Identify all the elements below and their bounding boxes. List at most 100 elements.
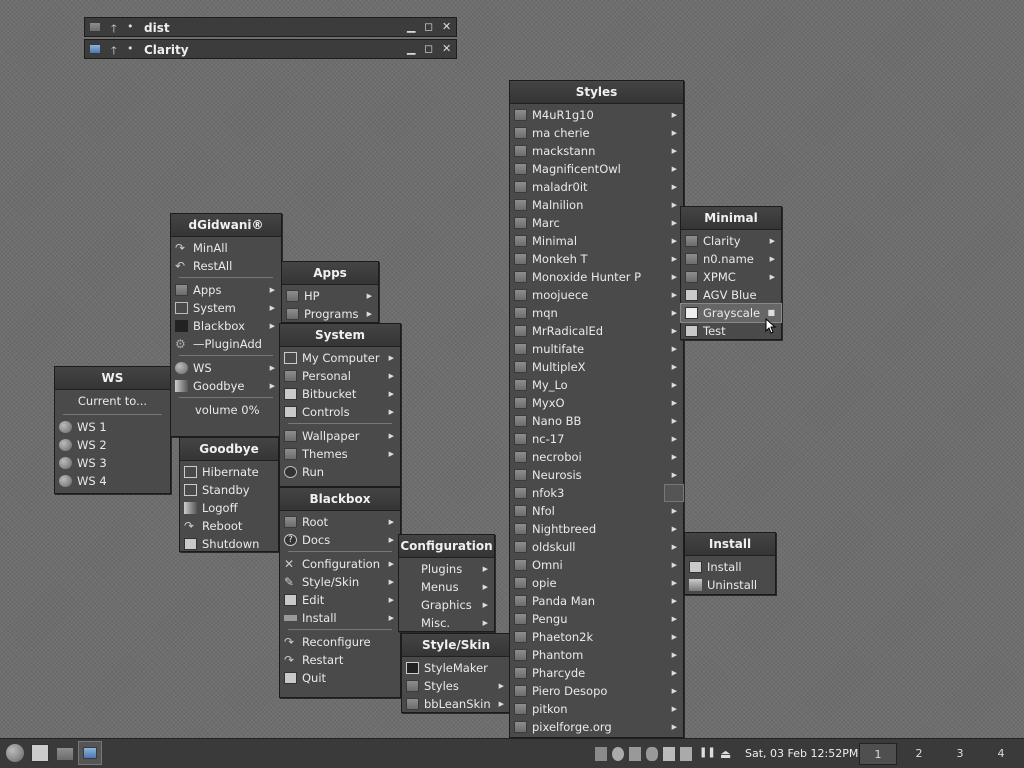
style-folder-item[interactable]: Nano BB ▶: [510, 412, 683, 430]
window-clarity[interactable]: 🡑 • Clarity ▁ ◻ ✕: [84, 39, 457, 59]
ws-2-item[interactable]: WS 2: [55, 436, 170, 454]
goodbye-item[interactable]: Goodbye ▶: [171, 377, 281, 395]
themes-item[interactable]: Themes ▶: [280, 445, 400, 463]
chat-icon[interactable]: [646, 747, 658, 761]
reboot-item[interactable]: ↷ Reboot: [180, 517, 278, 535]
style-folder-item[interactable]: pixelforge.org ▶: [510, 718, 683, 736]
ws-1-item[interactable]: WS 1: [55, 418, 170, 436]
style-folder-item[interactable]: necroboi ▶: [510, 448, 683, 466]
my-computer-item[interactable]: My Computer ▶: [280, 349, 400, 367]
style-folder-item[interactable]: Monkeh T ▶: [510, 250, 683, 268]
style-folder-item[interactable]: pitkon ▶: [510, 700, 683, 718]
plugins-item[interactable]: Plugins ▶: [399, 560, 494, 578]
restall-item[interactable]: ↶ RestAll: [171, 257, 281, 275]
style-folder-item[interactable]: Minimal ▶: [510, 232, 683, 250]
pin-icon[interactable]: •: [127, 20, 134, 33]
style-folder-item[interactable]: MrRadicalEd ▶: [510, 322, 683, 340]
style-folder-item[interactable]: ma cherie ▶: [510, 124, 683, 142]
install-sub-item[interactable]: Install: [685, 558, 775, 576]
current-to-item[interactable]: Current to...: [55, 390, 170, 412]
style-folder-item[interactable]: Piero Desopo ▶: [510, 682, 683, 700]
cloud-icon[interactable]: [663, 747, 675, 761]
eject-icon[interactable]: ⏏: [720, 747, 732, 761]
scroll-indicator[interactable]: [664, 484, 684, 502]
wallpaper-item[interactable]: Wallpaper ▶: [280, 427, 400, 445]
style-folder-item[interactable]: maladr0it ▶: [510, 178, 683, 196]
active-task-folder-icon[interactable]: [78, 741, 102, 765]
style-folder-item[interactable]: oldskull ▶: [510, 538, 683, 556]
controls-item[interactable]: Controls ▶: [280, 403, 400, 421]
hibernate-item[interactable]: Hibernate: [180, 463, 278, 481]
clarity-item[interactable]: Clarity ▶: [681, 232, 781, 250]
style-folder-item[interactable]: MagnificentOwl ▶: [510, 160, 683, 178]
minall-item[interactable]: ↷ MinAll: [171, 239, 281, 257]
run-item[interactable]: Run: [280, 463, 400, 481]
apps-item[interactable]: Apps ▶: [171, 281, 281, 299]
graphics-item[interactable]: Graphics ▶: [399, 596, 494, 614]
styles-item[interactable]: Styles ▶: [402, 677, 510, 695]
style-folder-item[interactable]: Omni ▶: [510, 556, 683, 574]
style-folder-item[interactable]: mqn ▶: [510, 304, 683, 322]
bbleanskin-item[interactable]: bbLeanSkin ▶: [402, 695, 510, 713]
up-arrow-icon[interactable]: 🡑: [111, 20, 117, 39]
network-icon[interactable]: [595, 747, 607, 761]
agv-blue-item[interactable]: AGV Blue: [681, 286, 781, 304]
style-folder-item[interactable]: Nightbreed ▶: [510, 520, 683, 538]
volume-item[interactable]: volume 0%: [171, 401, 281, 419]
pause-icon[interactable]: ❚❚: [699, 747, 716, 761]
misc-item[interactable]: Misc. ▶: [399, 614, 494, 632]
style-folder-item[interactable]: M4uR1g10 ▶: [510, 106, 683, 124]
style-folder-item[interactable]: multifate ▶: [510, 340, 683, 358]
quit-item[interactable]: Quit: [280, 669, 400, 687]
minimize-icon[interactable]: ▁: [407, 20, 415, 33]
logoff-item[interactable]: Logoff: [180, 499, 278, 517]
shield-icon[interactable]: [629, 747, 641, 761]
style-folder-item[interactable]: MultipleX ▶: [510, 358, 683, 376]
style-folder-item[interactable]: Nfol ▶: [510, 502, 683, 520]
reconfigure-item[interactable]: ↷ Reconfigure: [280, 633, 400, 651]
edit-item[interactable]: Edit ▶: [280, 591, 400, 609]
shutdown-item[interactable]: Shutdown: [180, 535, 278, 553]
window-dist[interactable]: 🡑 • dist ▁ ◻ ✕: [84, 17, 457, 37]
standby-item[interactable]: Standby: [180, 481, 278, 499]
style-folder-item[interactable]: MyxO ▶: [510, 394, 683, 412]
close-icon[interactable]: ✕: [442, 42, 451, 55]
workspace-1[interactable]: 1: [859, 743, 897, 765]
docs-item[interactable]: ? Docs ▶: [280, 531, 400, 549]
xpmc-item[interactable]: XPMC ▶: [681, 268, 781, 286]
style-folder-item[interactable]: opie ▶: [510, 574, 683, 592]
hp-item[interactable]: HP ▶: [282, 287, 378, 305]
style-folder-item[interactable]: Pharcyde ▶: [510, 664, 683, 682]
start-icon[interactable]: [6, 744, 24, 762]
pluginadd-item[interactable]: ⚙ —PluginAdd: [171, 335, 281, 353]
clock[interactable]: Sat, 03 Feb 12:52PM: [745, 747, 858, 760]
speaker-icon[interactable]: [680, 747, 692, 761]
s-app-icon[interactable]: [612, 747, 624, 761]
uninstall-item[interactable]: Uninstall: [685, 576, 775, 594]
ws-4-item[interactable]: WS 4: [55, 472, 170, 490]
minimize-icon[interactable]: ▁: [407, 42, 415, 55]
style-folder-item[interactable]: Marc ▶: [510, 214, 683, 232]
ws-3-item[interactable]: WS 3: [55, 454, 170, 472]
style-folder-item[interactable]: Panda Man ▶: [510, 592, 683, 610]
blackbox-item[interactable]: Blackbox ▶: [171, 317, 281, 335]
programs-item[interactable]: Programs ▶: [282, 305, 378, 323]
style-folder-item[interactable]: Malnilion ▶: [510, 196, 683, 214]
maximize-icon[interactable]: ◻: [424, 42, 433, 55]
style-folder-item[interactable]: mackstann ▶: [510, 142, 683, 160]
install-item[interactable]: Install ▶: [280, 609, 400, 627]
style-folder-item[interactable]: Phaeton2k ▶: [510, 628, 683, 646]
stylemaker-item[interactable]: StyleMaker: [402, 659, 510, 677]
style-folder-item[interactable]: nc-17 ▶: [510, 430, 683, 448]
style-folder-item[interactable]: Pengu ▶: [510, 610, 683, 628]
n0-name-item[interactable]: n0.name ▶: [681, 250, 781, 268]
workspace-4[interactable]: 4: [982, 743, 1020, 765]
restart-item[interactable]: ↷ Restart: [280, 651, 400, 669]
bitbucket-item[interactable]: Bitbucket ▶: [280, 385, 400, 403]
style-folder-item[interactable]: Monoxide Hunter P ▶: [510, 268, 683, 286]
ws-item[interactable]: WS ▶: [171, 359, 281, 377]
style-skin-item[interactable]: ✎ Style/Skin ▶: [280, 573, 400, 591]
root-item[interactable]: Root ▶: [280, 513, 400, 531]
close-icon[interactable]: ✕: [442, 20, 451, 33]
style-folder-item[interactable]: moojuece ▶: [510, 286, 683, 304]
